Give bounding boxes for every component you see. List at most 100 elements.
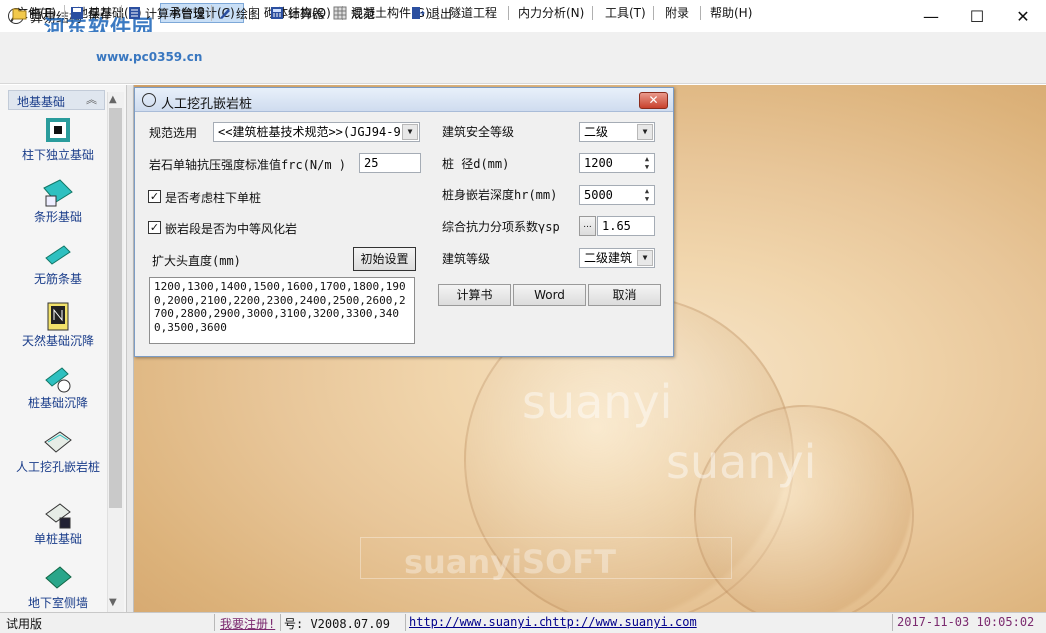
factor-picker-button[interactable]: ... xyxy=(579,216,596,236)
open-label: 打开 xyxy=(30,6,55,21)
safety-level-label: 建筑安全等级 xyxy=(442,125,515,139)
website-link-2[interactable]: http://www.suanyi.com xyxy=(545,615,697,629)
panel-splitter[interactable] xyxy=(127,85,134,612)
exit-button[interactable]: 退出 xyxy=(410,4,452,22)
exit-icon xyxy=(410,6,425,20)
status-datetime: 2017-11-03 10:05:02 xyxy=(897,615,1035,629)
spinner-icon[interactable]: ▲ ▼ xyxy=(641,187,653,203)
background-logo-text: suanyiSOFT xyxy=(404,543,616,581)
minimize-button[interactable]: — xyxy=(908,0,954,32)
resistance-factor-label: 综合抗力分项系数γsp xyxy=(442,220,560,234)
toolbar-separator xyxy=(121,5,122,21)
toolbar-separator xyxy=(64,5,65,21)
report-manager-button[interactable]: 计算书管理 xyxy=(127,4,205,22)
building-grade-select[interactable]: 二级建筑 ▼ xyxy=(579,248,655,268)
folder-icon xyxy=(12,6,27,20)
website-link[interactable]: http://www.suanyi.com xyxy=(409,615,545,629)
sidebar-item-basement-wall[interactable]: 地下室侧墙 xyxy=(10,564,106,610)
save-icon xyxy=(70,6,85,20)
diameter-list[interactable]: 1200,1300,1400,1500,1600,1700,1800,1900,… xyxy=(149,277,415,344)
scroll-up-icon[interactable]: ▲ xyxy=(109,94,117,105)
strip-footing-icon xyxy=(42,178,74,208)
report-button[interactable]: 计算书 xyxy=(438,284,511,306)
menu-separator xyxy=(508,6,509,20)
sidebar-item-pile-settlement[interactable]: 桩基础沉降 xyxy=(10,364,106,410)
safety-level-select[interactable]: 二级 ▼ xyxy=(579,122,655,142)
single-pile-icon xyxy=(42,500,74,530)
embed-depth-label: 桩身嵌岩深度hr(mm) xyxy=(442,188,558,202)
trial-status: 试用版 xyxy=(6,617,43,631)
sidebar-item-rock-socketed-pile[interactable]: 人工挖孔嵌岩桩 xyxy=(10,428,106,474)
calculator-icon xyxy=(270,6,285,20)
status-divider xyxy=(892,614,893,631)
building-grade-value: 二级建筑 xyxy=(584,251,633,265)
dialog-close-button[interactable]: ✕ xyxy=(639,92,668,109)
status-divider xyxy=(214,614,215,631)
spec-label: 规范 xyxy=(351,6,376,21)
maximize-button[interactable]: ☐ xyxy=(954,0,1000,32)
save-button[interactable]: 保存 xyxy=(70,4,112,22)
spinner-icon[interactable]: ▲ ▼ xyxy=(641,155,653,171)
enlarged-diameter-label: 扩大头直度(mm) xyxy=(152,254,241,268)
menu-help[interactable]: 帮助(H) xyxy=(702,3,760,23)
watermark-url: www.pc0359.cn xyxy=(96,50,203,64)
single-pile-checkbox[interactable]: ✓ xyxy=(148,190,161,203)
spec-grid-icon xyxy=(333,6,348,20)
menu-tools[interactable]: 工具(T) xyxy=(597,3,654,23)
calculator-button[interactable]: 计算器 xyxy=(270,4,324,22)
scroll-down-icon[interactable]: ▼ xyxy=(109,597,117,608)
pile-settlement-icon xyxy=(42,364,74,394)
rock-pile-icon xyxy=(42,428,74,458)
menu-appendix[interactable]: 附录 xyxy=(657,3,697,23)
sidebar-header-label: 地基基础 xyxy=(17,95,66,109)
chevron-down-icon[interactable]: ▼ xyxy=(637,124,653,140)
open-button[interactable]: 打开 xyxy=(12,4,54,22)
sidebar-item-settlement[interactable]: 天然基础沉降 xyxy=(10,302,106,348)
pile-diameter-value: 1200 xyxy=(584,156,613,170)
cancel-button[interactable]: 取消 xyxy=(588,284,661,306)
sidebar-scrollbar-thumb[interactable] xyxy=(109,108,122,508)
sidebar-item-strip-footing[interactable]: 条形基础 xyxy=(10,178,106,224)
pile-diameter-input[interactable]: 1200 ▲ ▼ xyxy=(579,153,655,173)
menu-separator xyxy=(592,6,593,20)
spec-select[interactable]: <<建筑桩基技术规范>>(JGJ94-9 ▼ xyxy=(213,122,420,142)
embed-depth-value: 5000 xyxy=(584,188,613,202)
status-divider xyxy=(280,614,281,631)
weathered-rock-checkbox[interactable]: ✓ xyxy=(148,221,161,234)
register-link[interactable]: 我要注册! xyxy=(220,615,275,632)
resistance-factor-input[interactable]: 1.65 xyxy=(597,216,655,236)
background-logo-text: suanyi xyxy=(666,435,817,489)
draw-label: 绘图 xyxy=(236,6,261,21)
draw-button[interactable]: 绘图 xyxy=(218,4,260,22)
save-label: 保存 xyxy=(88,6,113,21)
settlement-book-icon xyxy=(42,302,74,332)
menu-separator xyxy=(653,6,654,20)
single-pile-label: 是否考虑柱下单桩 xyxy=(165,191,262,205)
spec-select-value: <<建筑桩基技术规范>>(JGJ94-9 xyxy=(218,125,401,139)
pile-diameter-label: 桩 径d(mm) xyxy=(442,157,510,171)
dialog-app-icon xyxy=(142,93,156,107)
calculator-label: 计算器 xyxy=(288,6,325,21)
spec-button[interactable]: 规范 xyxy=(333,4,375,22)
basement-wall-icon xyxy=(42,564,74,594)
footing-icon xyxy=(42,116,74,146)
embed-depth-input[interactable]: 5000 ▲ ▼ xyxy=(579,185,655,205)
rock-strength-input[interactable]: 25 xyxy=(359,153,421,173)
close-button[interactable]: ✕ xyxy=(1000,0,1046,32)
menu-internal-force[interactable]: 内力分析(N) xyxy=(510,3,592,23)
collapse-icon[interactable]: ︽ xyxy=(86,91,97,107)
plain-strip-icon xyxy=(42,240,74,270)
building-grade-label: 建筑等级 xyxy=(442,252,491,266)
report-manager-label: 计算书管理 xyxy=(145,6,206,21)
sidebar-item-single-pile[interactable]: 单桩基础 xyxy=(10,500,106,546)
sidebar-item-column-footing[interactable]: 柱下独立基础 xyxy=(10,116,106,162)
rock-strength-label: 岩石单轴抗压强度标准值frc(N/m ) xyxy=(149,158,347,172)
init-settings-button[interactable]: 初始设置 xyxy=(353,247,416,271)
chevron-down-icon[interactable]: ▼ xyxy=(402,124,418,140)
chevron-down-icon[interactable]: ▼ xyxy=(637,250,653,266)
word-button[interactable]: Word xyxy=(513,284,586,306)
sidebar-item-plain-strip[interactable]: 无筋条基 xyxy=(10,240,106,286)
dialog-title: 人工挖孔嵌岩桩 xyxy=(161,97,253,112)
menu-separator xyxy=(700,6,701,20)
background-logo-text: suanyi xyxy=(522,375,673,429)
